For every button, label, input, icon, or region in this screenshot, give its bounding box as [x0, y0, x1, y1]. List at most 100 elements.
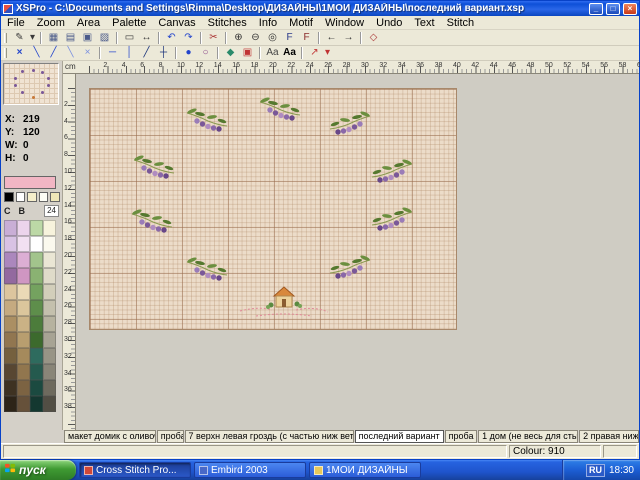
pattern-canvas[interactable]: [89, 88, 457, 330]
menu-palette[interactable]: Palette: [106, 17, 152, 29]
menu-area[interactable]: Area: [71, 17, 106, 29]
palette-color[interactable]: [17, 236, 30, 252]
palette-color[interactable]: [43, 300, 56, 316]
minimize-button[interactable]: _: [589, 3, 603, 15]
draw-tool-button[interactable]: ✎: [11, 31, 28, 45]
palette-color[interactable]: [43, 396, 56, 412]
taskbar-clock[interactable]: 18:30: [609, 465, 634, 476]
redo-button[interactable]: ↷: [180, 31, 197, 45]
palette-color[interactable]: [30, 348, 43, 364]
palette-color[interactable]: [30, 300, 43, 316]
palette-color[interactable]: [4, 348, 17, 364]
menu-zoom[interactable]: Zoom: [31, 17, 71, 29]
cut-button[interactable]: ✂: [205, 31, 222, 45]
backstitch-horizontal-button[interactable]: ─: [104, 46, 121, 60]
language-indicator[interactable]: RU: [586, 464, 605, 477]
taskbar-task[interactable]: Cross Stitch Pro...: [79, 462, 191, 478]
palette-color[interactable]: [4, 396, 17, 412]
motif-house[interactable]: [236, 284, 332, 320]
motif-olive[interactable]: [185, 255, 229, 283]
motif-arrow-button[interactable]: ↗: [306, 46, 323, 60]
palette-color[interactable]: [4, 252, 17, 268]
palette-color[interactable]: [4, 220, 17, 236]
pattern-tab[interactable]: макет домик с оливочками: [64, 430, 156, 443]
palette-color[interactable]: [30, 284, 43, 300]
menu-file[interactable]: File: [1, 17, 31, 29]
move-area-button[interactable]: ↔: [138, 31, 155, 45]
draw-tool-dropdown[interactable]: ▾: [28, 31, 37, 45]
eraser-button[interactable]: ◇: [365, 31, 382, 45]
palette-color[interactable]: [30, 396, 43, 412]
quick-swatch[interactable]: [39, 192, 49, 202]
pattern-tab[interactable]: 7 верхн левая гроздь (с частью ниж ветки…: [185, 430, 354, 443]
three-quarter-stitch-button[interactable]: ×: [79, 46, 96, 60]
half-stitch-forward-button[interactable]: ╱: [45, 46, 62, 60]
palette-color[interactable]: [43, 220, 56, 236]
menu-canvas[interactable]: Canvas: [152, 17, 201, 29]
toolbar-grip[interactable]: [4, 33, 7, 43]
palette-color[interactable]: [43, 316, 56, 332]
palette-color[interactable]: [4, 332, 17, 348]
fit-window-button[interactable]: F: [298, 31, 315, 45]
palette-color[interactable]: [17, 316, 30, 332]
palette-color[interactable]: [17, 300, 30, 316]
palette-color[interactable]: [17, 348, 30, 364]
taskbar-task[interactable]: Embird 2003: [194, 462, 306, 478]
menu-undo[interactable]: Undo: [370, 17, 408, 29]
palette-color[interactable]: [17, 380, 30, 396]
palette-color[interactable]: [4, 284, 17, 300]
palette-color[interactable]: [30, 332, 43, 348]
view-symbols-button[interactable]: ▤: [62, 31, 79, 45]
motif-olive[interactable]: [258, 95, 302, 123]
pattern-tab[interactable]: последний вариант: [355, 430, 444, 443]
palette-color[interactable]: [43, 236, 56, 252]
toolbar-grip[interactable]: [4, 48, 7, 58]
quick-swatch[interactable]: [16, 192, 26, 202]
pattern-tab[interactable]: проба: [157, 430, 184, 443]
motif-olive[interactable]: [130, 207, 174, 235]
backstitch-cross-button[interactable]: ┼: [155, 46, 172, 60]
palette-color[interactable]: [4, 300, 17, 316]
palette-color[interactable]: [43, 332, 56, 348]
menu-motif[interactable]: Motif: [283, 17, 319, 29]
palette-color[interactable]: [4, 268, 17, 284]
pattern-tab[interactable]: 1 дом (не весь для стыковки): [478, 430, 578, 443]
menu-window[interactable]: Window: [319, 17, 370, 29]
select-area-button[interactable]: ▭: [121, 31, 138, 45]
palette-color[interactable]: [30, 236, 43, 252]
start-button[interactable]: пуск: [0, 460, 76, 480]
text-small-button[interactable]: Aa: [264, 46, 281, 60]
palette-color[interactable]: [43, 284, 56, 300]
view-blocks-button[interactable]: ▣: [79, 31, 96, 45]
palette-color[interactable]: [17, 252, 30, 268]
half-stitch-back-button[interactable]: ╲: [28, 46, 45, 60]
title-bar[interactable]: XSPro - C:\Documents and Settings\Rimma\…: [1, 1, 639, 16]
backstitch-vertical-button[interactable]: │: [121, 46, 138, 60]
preview-thumbnail[interactable]: [3, 63, 59, 105]
palette-color[interactable]: [17, 396, 30, 412]
menu-stitch[interactable]: Stitch: [441, 17, 481, 29]
quick-swatch[interactable]: [4, 192, 14, 202]
palette-color[interactable]: [43, 268, 56, 284]
quick-swatch[interactable]: [50, 192, 60, 202]
palette-color[interactable]: [43, 380, 56, 396]
palette-color[interactable]: [4, 380, 17, 396]
menu-text[interactable]: Text: [408, 17, 440, 29]
palette-color[interactable]: [43, 252, 56, 268]
pattern-tab[interactable]: 2 правая ниж гр.: [579, 430, 639, 443]
fit-pattern-button[interactable]: F: [281, 31, 298, 45]
palette-color[interactable]: [17, 268, 30, 284]
scroll-left-button[interactable]: ←: [323, 31, 340, 45]
undo-button[interactable]: ↶: [163, 31, 180, 45]
view-fabric-button[interactable]: ▨: [96, 31, 113, 45]
full-stitch-button[interactable]: ×: [11, 46, 28, 60]
palette-color[interactable]: [17, 220, 30, 236]
thread-palette-button[interactable]: ▣: [239, 46, 256, 60]
palette-color[interactable]: [17, 332, 30, 348]
text-large-button[interactable]: Aa: [281, 46, 298, 60]
palette-color[interactable]: [30, 316, 43, 332]
taskbar-task[interactable]: 1МОИ ДИЗАЙНЫ: [309, 462, 421, 478]
zoom-in-button[interactable]: ⊕: [230, 31, 247, 45]
scroll-right-button[interactable]: →: [340, 31, 357, 45]
palette-color[interactable]: [30, 220, 43, 236]
